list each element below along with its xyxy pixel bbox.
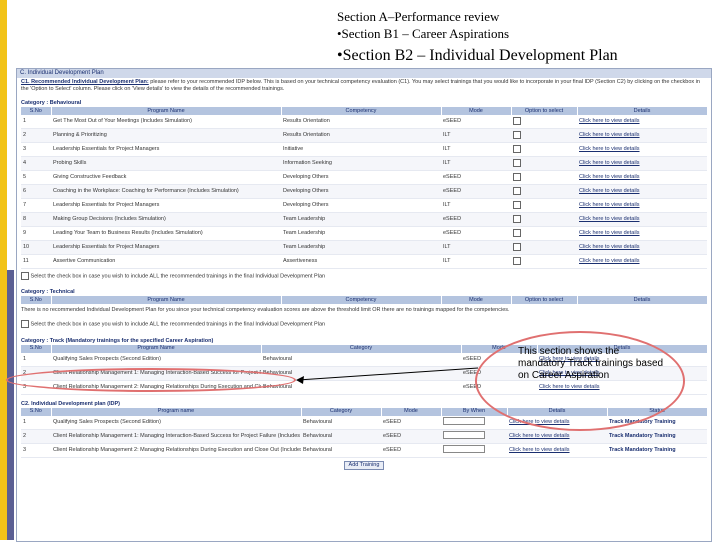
arrow-head — [296, 376, 304, 384]
callout-arrow — [296, 367, 479, 384]
arrow-line — [297, 367, 479, 381]
